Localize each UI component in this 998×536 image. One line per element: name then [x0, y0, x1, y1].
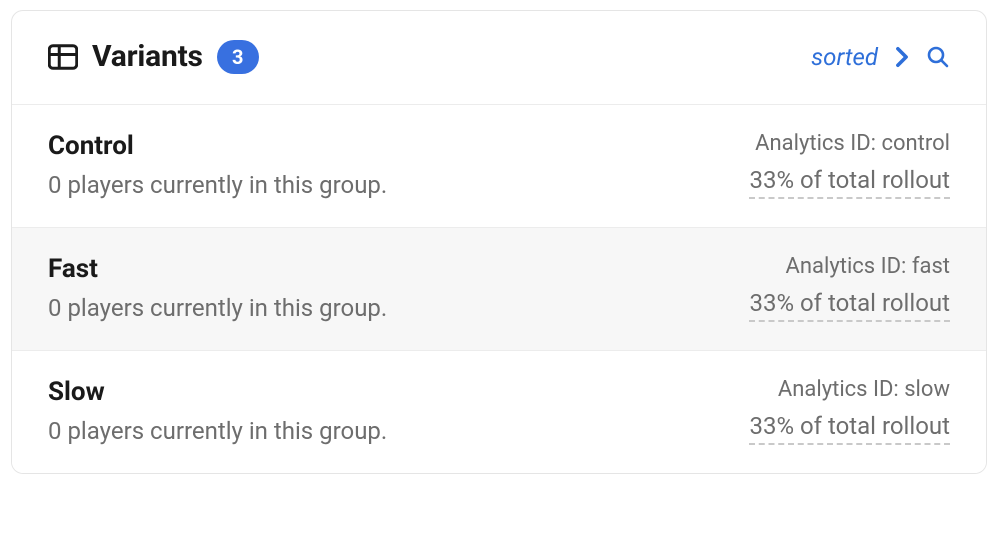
analytics-id: Analytics ID: control: [755, 131, 950, 156]
variant-name: Fast: [48, 254, 387, 284]
header-left: Variants 3: [48, 39, 259, 74]
rollout-percentage: 33% of total rollout: [749, 289, 950, 322]
search-icon[interactable]: [926, 45, 950, 69]
variant-row-control[interactable]: Control 0 players currently in this grou…: [12, 104, 986, 227]
header-right: sorted: [811, 43, 950, 71]
variant-row-right: Analytics ID: slow 33% of total rollout: [749, 377, 950, 445]
rollout-percentage: 33% of total rollout: [749, 412, 950, 445]
variant-row-fast[interactable]: Fast 0 players currently in this group. …: [12, 227, 986, 350]
variants-panel-header: Variants 3 sorted: [12, 11, 986, 104]
chevron-right-icon[interactable]: [892, 46, 912, 68]
variant-name: Control: [48, 131, 387, 161]
variant-count-badge: 3: [217, 40, 259, 74]
variant-row-right: Analytics ID: fast 33% of total rollout: [749, 254, 950, 322]
analytics-id: Analytics ID: slow: [778, 377, 950, 402]
variant-subtext: 0 players currently in this group.: [48, 294, 387, 322]
variant-row-left: Slow 0 players currently in this group.: [48, 377, 387, 445]
variant-row-slow[interactable]: Slow 0 players currently in this group. …: [12, 350, 986, 473]
variant-subtext: 0 players currently in this group.: [48, 417, 387, 445]
variant-subtext: 0 players currently in this group.: [48, 171, 387, 199]
variant-row-left: Fast 0 players currently in this group.: [48, 254, 387, 322]
analytics-id: Analytics ID: fast: [786, 254, 950, 279]
variants-panel: Variants 3 sorted Control 0 players curr…: [11, 10, 987, 474]
sorted-label[interactable]: sorted: [811, 43, 878, 71]
variant-name: Slow: [48, 377, 387, 407]
variant-row-left: Control 0 players currently in this grou…: [48, 131, 387, 199]
variant-row-right: Analytics ID: control 33% of total rollo…: [749, 131, 950, 199]
rollout-percentage: 33% of total rollout: [749, 166, 950, 199]
panel-title: Variants: [92, 39, 203, 74]
table-icon: [48, 44, 78, 70]
